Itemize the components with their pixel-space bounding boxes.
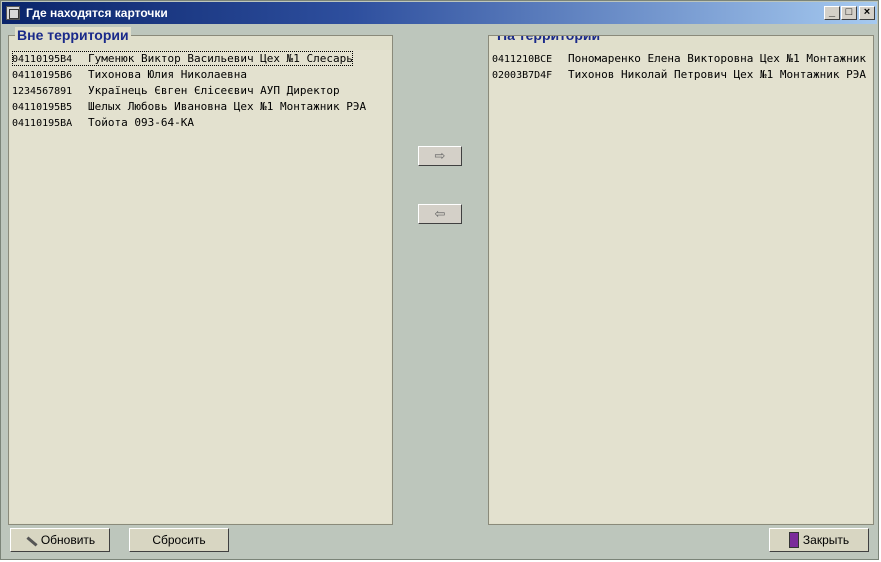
card-code: 04110195B6 <box>12 70 73 81</box>
inside-territory-list[interactable]: 0411210BCE Пономаренко Елена Викторовна Ц… <box>490 50 872 523</box>
close-label: Закрыть <box>802 533 850 547</box>
card-holder: Українець Євген Єлісеєвич АУП Директор <box>88 84 340 97</box>
card-code: 04110195B4 <box>12 54 73 65</box>
close-window-button[interactable]: × <box>859 6 875 20</box>
list-item[interactable]: 0411210BCE Пономаренко Елена Викторовна Ц… <box>492 51 866 66</box>
app-icon <box>6 6 20 20</box>
list-item[interactable]: 04110195B6 Тихонова Юлия Николаевна <box>12 67 247 82</box>
card-holder: Гуменюк Виктор Васильевич Цех №1 Слесарь <box>88 52 353 65</box>
outside-territory-title: Вне территории <box>15 27 131 43</box>
list-item[interactable]: 04110195BA Тойота 093-64-КА <box>12 115 194 130</box>
card-holder: Шелых Любовь Ивановна Цех №1 Монтажник Р… <box>88 100 367 113</box>
cards-location-window: Где находятся карточки _ □ × Вне террито… <box>0 0 879 560</box>
card-holder: Тойота 093-64-КА <box>88 116 194 129</box>
move-to-inside-button[interactable]: ⇨ <box>418 146 462 166</box>
card-code: 04110195BA <box>12 118 73 129</box>
list-item[interactable]: 02003B7D4F Тихонов Николай Петрович Цех №… <box>492 67 866 82</box>
card-holder: Тихонова Юлия Николаевна <box>88 68 247 81</box>
list-item[interactable]: 04110195B5 Шелых Любовь Ивановна Цех №1 М… <box>12 99 366 114</box>
window-title: Где находятся карточки <box>26 6 168 20</box>
title-bar[interactable]: Где находятся карточки _ □ × <box>2 2 877 24</box>
list-item[interactable]: 04110195B4 Гуменюк Виктор Васильевич Цех … <box>12 51 353 66</box>
card-code: 0411210BCE <box>492 54 553 65</box>
door-exit-icon <box>788 531 799 548</box>
outside-territory-list[interactable]: 04110195B4 Гуменюк Виктор Васильевич Цех … <box>10 50 391 523</box>
minimize-button[interactable]: _ <box>824 6 840 20</box>
close-button[interactable]: Закрыть <box>769 528 869 552</box>
pencil-icon <box>25 535 37 547</box>
card-holder: Пономаренко Елена Викторовна Цех №1 Монт… <box>568 52 867 65</box>
list-item[interactable]: 1234567891 Українець Євген Єлісеєвич АУП … <box>12 83 340 98</box>
inside-territory-group: На территории 0411210BCE Пономаренко Елен… <box>488 35 874 525</box>
reset-button[interactable]: Сбросить <box>129 528 229 552</box>
card-code: 04110195B5 <box>12 102 73 113</box>
maximize-button[interactable]: □ <box>841 6 857 20</box>
card-code: 1234567891 <box>12 86 73 97</box>
refresh-button[interactable]: Обновить <box>10 528 110 552</box>
refresh-label: Обновить <box>40 533 96 547</box>
outside-territory-group: Вне территории 04110195B4 Гуменюк Виктор … <box>8 27 393 525</box>
card-code: 02003B7D4F <box>492 70 553 81</box>
inside-territory-title: На территории <box>495 36 603 43</box>
card-holder: Тихонов Николай Петрович Цех №1 Монтажни… <box>568 68 867 81</box>
move-to-outside-button[interactable]: ⇦ <box>418 204 462 224</box>
reset-label: Сбросить <box>152 533 206 547</box>
